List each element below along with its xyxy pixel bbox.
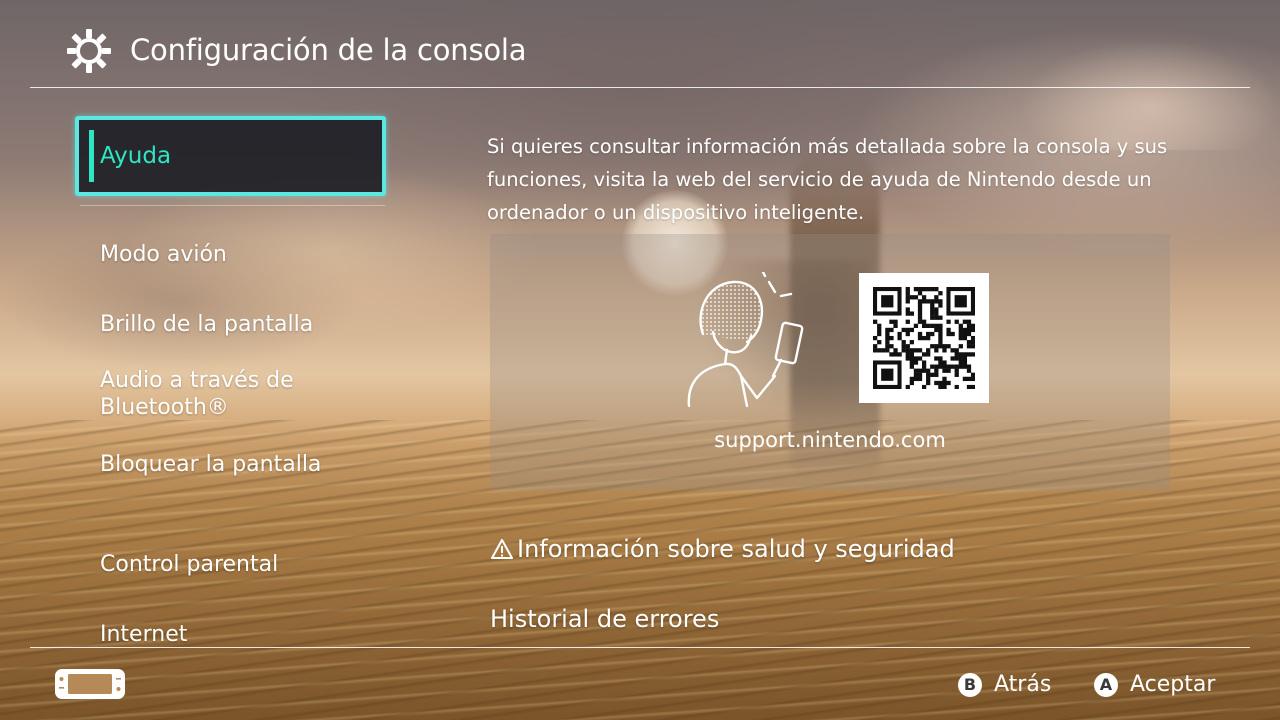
sidebar-item-modo-avion[interactable]: Modo avión: [100, 241, 400, 268]
qr-code: [859, 273, 989, 403]
support-url: support.nintendo.com: [714, 428, 946, 452]
accept-button-label: Aceptar: [1130, 672, 1216, 697]
sidebar-item-internet[interactable]: Internet: [100, 621, 400, 648]
error-history-link[interactable]: Historial de errores: [490, 604, 719, 634]
support-panel: support.nintendo.com: [490, 234, 1170, 490]
help-description: Si quieres consultar información más det…: [487, 135, 1168, 224]
selection-indicator: [89, 130, 94, 182]
gear-icon: [67, 29, 111, 73]
sidebar: Ayuda Modo avión Brillo de la pantalla A…: [0, 100, 420, 648]
sidebar-item-brillo[interactable]: Brillo de la pantalla: [100, 311, 400, 338]
warning-icon: [491, 539, 513, 559]
sidebar-item-bluetooth-audio[interactable]: Audio a través de Bluetooth®: [100, 367, 340, 421]
accept-button[interactable]: A Aceptar: [1094, 670, 1215, 700]
header: Configuración de la consola: [0, 0, 1280, 88]
header-divider: [30, 87, 1250, 88]
health-safety-label: Información sobre salud y seguridad: [517, 535, 955, 563]
health-safety-link[interactable]: Información sobre salud y seguridad: [490, 534, 955, 564]
back-button[interactable]: B Atrás: [958, 670, 1051, 700]
page-title: Configuración de la consola: [130, 33, 527, 67]
back-button-label: Atrás: [994, 672, 1052, 697]
qr-code-pattern: [873, 287, 975, 389]
sidebar-item-bloquear-pantalla[interactable]: Bloquear la pantalla: [100, 451, 400, 478]
switch-console-icon: [55, 669, 125, 699]
footer-divider: [30, 647, 1250, 648]
sidebar-item-ayuda[interactable]: Ayuda: [75, 116, 386, 196]
sidebar-item-control-parental[interactable]: Control parental: [100, 551, 400, 578]
a-button-icon: A: [1094, 673, 1118, 697]
b-button-icon: B: [958, 673, 982, 697]
sidebar-item-label: Ayuda: [100, 143, 172, 169]
sidebar-divider: [80, 205, 385, 206]
person-with-phone-illustration: [687, 272, 804, 407]
